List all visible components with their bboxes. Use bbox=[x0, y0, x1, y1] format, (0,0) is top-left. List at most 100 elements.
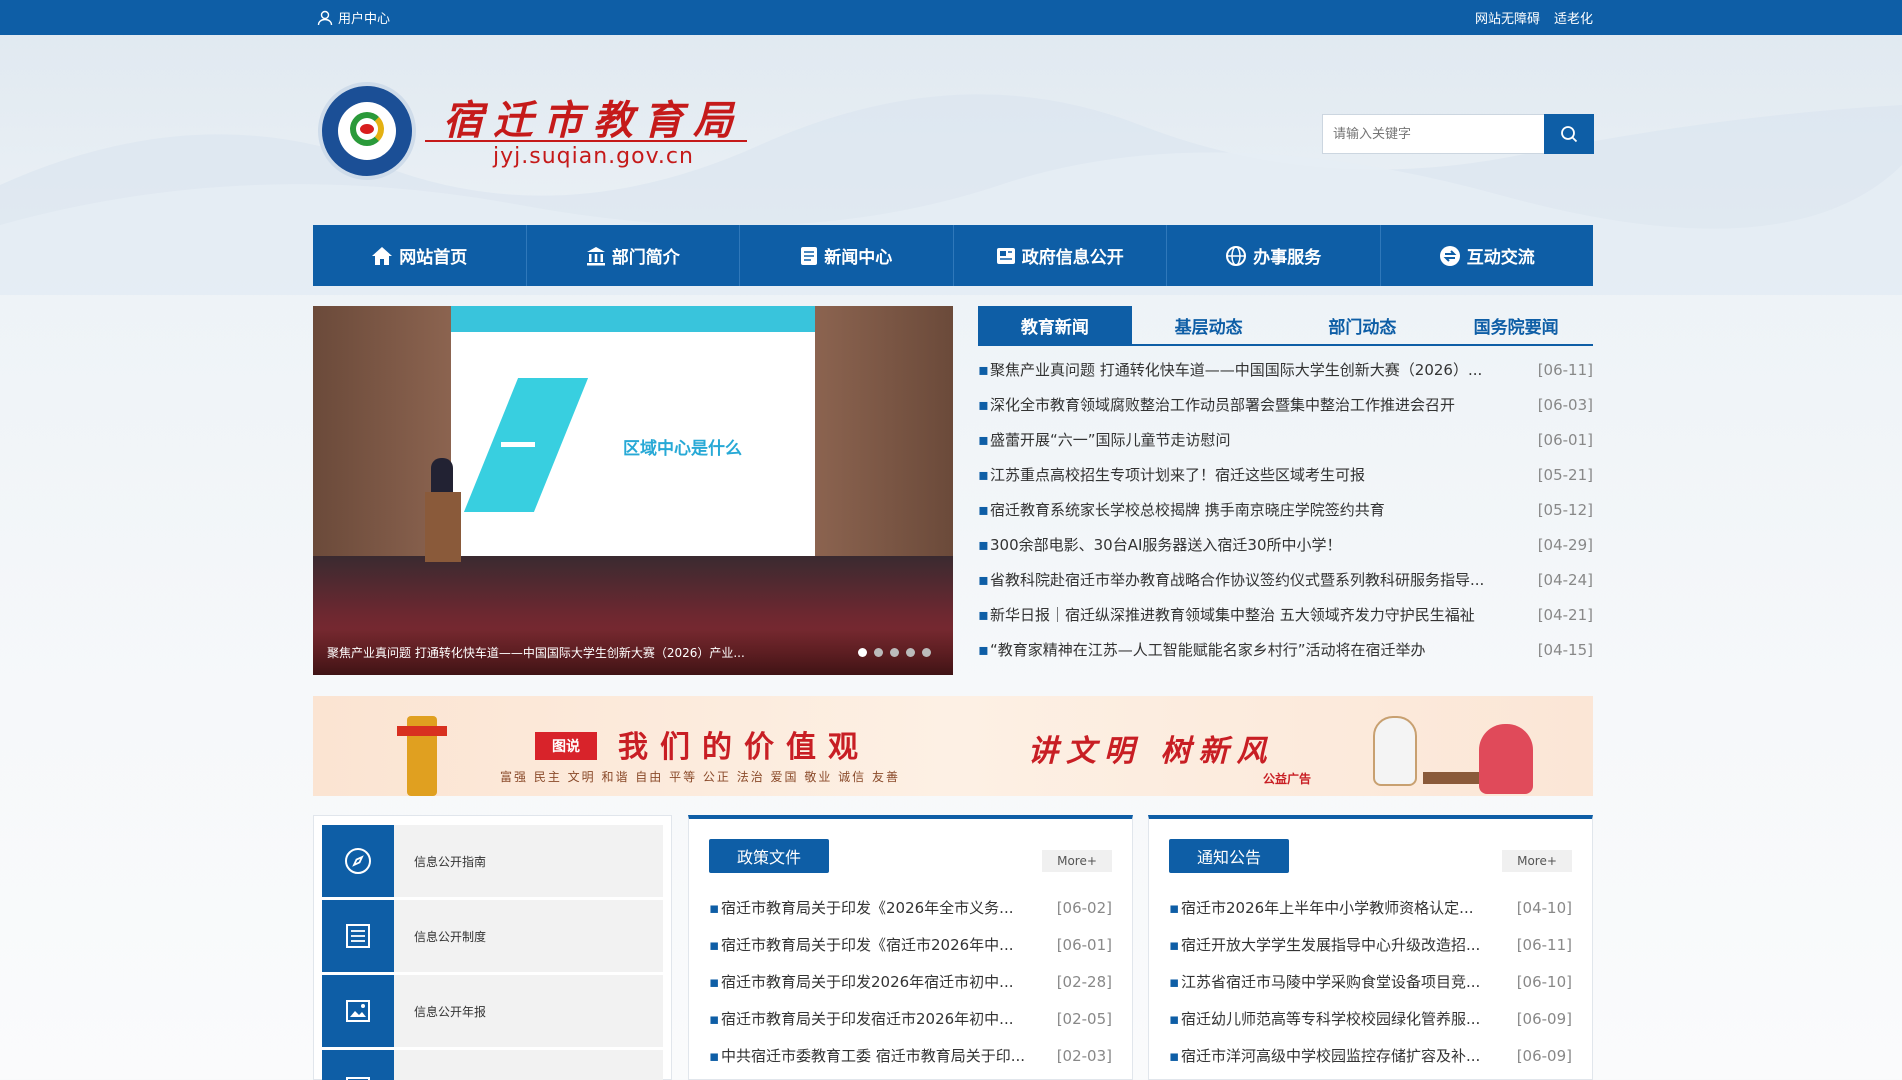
notice-list: ▪ 宿迁市2026年上半年中小学教师资格认定... [04-10] ▪ 宿迁开放大学学… bbox=[1169, 889, 1572, 1074]
list-item[interactable]: ▪ 宿迁市教育局关于印发宿迁市2026年初中... [02-05] bbox=[709, 1000, 1112, 1037]
notice-item-title[interactable]: 江苏省宿迁市马陵中学采购食堂设备项目竞... bbox=[1181, 971, 1514, 992]
news-title[interactable]: “教育家精神在江苏—人工智能赋能名家乡村行”活动将在宿迁举办 bbox=[990, 639, 1531, 660]
info-item-label bbox=[394, 1050, 414, 1080]
news-title[interactable]: 江苏重点高校招生专项计划来了！宿迁这些区域考生可报 bbox=[990, 464, 1531, 485]
list-item[interactable]: ▪ 宿迁市教育局关于印发《2026年全市义务... [06-02] bbox=[709, 889, 1112, 926]
news-date: [04-21] bbox=[1537, 605, 1593, 624]
list-item[interactable]: ▪ 宿迁市洋河高级中学校园监控存储扩容及补... [06-09] bbox=[1169, 1037, 1572, 1074]
policy-item-title[interactable]: 宿迁市教育局关于印发宿迁市2026年初中... bbox=[721, 1008, 1054, 1029]
list-item[interactable]: ▪ 深化全市教育领域腐败整治工作动员部署会暨集中整治工作推进会召开 [06-03] bbox=[978, 387, 1593, 422]
nav-item-news[interactable]: 新闻中心 bbox=[740, 225, 954, 286]
title-divider bbox=[425, 140, 747, 142]
carousel-dots bbox=[851, 648, 931, 657]
info-item-system[interactable]: 信息公开制度 bbox=[322, 900, 663, 972]
values-banner[interactable]: 图说 我们的价值观 富强 民主 文明 和谐 自由 平等 公正 法治 爱国 敬业 … bbox=[313, 696, 1593, 796]
search-button[interactable] bbox=[1544, 114, 1594, 154]
notice-more-button[interactable]: More+ bbox=[1502, 850, 1572, 872]
notice-item-date: [06-09] bbox=[1516, 1009, 1572, 1028]
policy-item-title[interactable]: 宿迁市教育局关于印发《宿迁市2026年中... bbox=[721, 934, 1054, 955]
list-item[interactable]: ▪ 省教科院赴宿迁市举办教育战略合作协议签约仪式暨系列教科研服务指导... [04-… bbox=[978, 562, 1593, 597]
nav-item-gov-info[interactable]: 政府信息公开 bbox=[954, 225, 1167, 286]
notice-item-title[interactable]: 宿迁市洋河高级中学校园监控存储扩容及补... bbox=[1181, 1045, 1514, 1066]
policy-title[interactable]: 政策文件 bbox=[709, 839, 829, 873]
list-item[interactable]: ▪ 宿迁市教育局关于印发《宿迁市2026年中... [06-01] bbox=[709, 926, 1112, 963]
news-title[interactable]: 深化全市教育领域腐败整治工作动员部署会暨集中整治工作推进会召开 bbox=[990, 394, 1531, 415]
list-item[interactable]: ▪ 盛蕾开展“六一”国际儿童节走访慰问 [06-01] bbox=[978, 422, 1593, 457]
news-date: [05-21] bbox=[1537, 465, 1593, 484]
notice-item-title[interactable]: 宿迁幼儿师范高等专科学校校园绿化管养服... bbox=[1181, 1008, 1514, 1029]
emblem-icon bbox=[318, 82, 416, 180]
news-title[interactable]: 省教科院赴宿迁市举办教育战略合作协议签约仪式暨系列教科研服务指导... bbox=[990, 569, 1531, 590]
policy-item-title[interactable]: 中共宿迁市委教育工委 宿迁市教育局关于印... bbox=[721, 1045, 1054, 1066]
user-center-link[interactable]: 用户中心 bbox=[317, 0, 390, 35]
list-item[interactable]: ▪ 江苏重点高校招生专项计划来了！宿迁这些区域考生可报 [05-21] bbox=[978, 457, 1593, 492]
policy-more-button[interactable]: More+ bbox=[1042, 850, 1112, 872]
list-item[interactable]: ▪ 宿迁幼儿师范高等专科学校校园绿化管养服... [06-09] bbox=[1169, 1000, 1572, 1037]
news-carousel[interactable]: 区域中心是什么 聚焦产业真问题 打通转化快车道——中国国际大学生创新大赛（202… bbox=[313, 306, 953, 675]
list-item[interactable]: ▪ 聚焦产业真问题 打通转化快车道——中国国际大学生创新大赛（2026）... [0… bbox=[978, 352, 1593, 387]
news-title[interactable]: 盛蕾开展“六一”国际儿童节走访慰问 bbox=[990, 429, 1531, 450]
building-icon bbox=[586, 246, 605, 265]
news-title[interactable]: 300余部电影、30台AI服务器送入宿迁30所中小学！ bbox=[990, 534, 1531, 555]
slide-caption[interactable]: 聚焦产业真问题 打通转化快车道——中国国际大学生创新大赛（2026）产业... bbox=[327, 644, 745, 661]
policy-item-date: [02-28] bbox=[1056, 972, 1112, 991]
nav-item-label: 办事服务 bbox=[1253, 248, 1322, 268]
info-item-annual-report[interactable]: 信息公开年报 bbox=[322, 975, 663, 1047]
carousel-dot[interactable] bbox=[922, 648, 931, 657]
banner-tag: 图说 bbox=[535, 732, 597, 760]
nav-item-home[interactable]: 网站首页 bbox=[313, 225, 527, 286]
compass-icon bbox=[345, 848, 371, 874]
info-item-guide[interactable]: 信息公开指南 bbox=[322, 825, 663, 897]
tab-education-news[interactable]: 教育新闻 bbox=[978, 306, 1132, 344]
list-item[interactable]: ▪ 300余部电影、30台AI服务器送入宿迁30所中小学！ [04-29] bbox=[978, 527, 1593, 562]
policy-item-date: [06-02] bbox=[1056, 898, 1112, 917]
accessibility-link[interactable]: 网站无障碍 bbox=[1475, 8, 1540, 27]
list-item[interactable]: ▪ 宿迁市2026年上半年中小学教师资格认定... [04-10] bbox=[1169, 889, 1572, 926]
news-date: [06-01] bbox=[1537, 430, 1593, 449]
home-icon bbox=[372, 246, 393, 265]
banner-slogan: 讲文明 树新风 bbox=[1028, 734, 1275, 769]
info-item-more[interactable] bbox=[322, 1050, 663, 1080]
policy-item-title[interactable]: 宿迁市教育局关于印发2026年宿迁市初中... bbox=[721, 971, 1054, 992]
list-item[interactable]: ▪ 江苏省宿迁市马陵中学采购食堂设备项目竞... [06-10] bbox=[1169, 963, 1572, 1000]
list-item[interactable]: ▪ 宿迁开放大学学生发展指导中心升级改造招... [06-11] bbox=[1169, 926, 1572, 963]
slide-image-podium bbox=[425, 492, 461, 562]
news-title[interactable]: 宿迁教育系统家长学校总校揭牌 携手南京晓庄学院签约共育 bbox=[990, 499, 1531, 520]
nav-item-services[interactable]: 办事服务 bbox=[1167, 225, 1381, 286]
search-input[interactable] bbox=[1322, 114, 1544, 154]
news-date: [06-03] bbox=[1537, 395, 1593, 414]
nav-item-label: 新闻中心 bbox=[824, 248, 893, 268]
news-date: [06-11] bbox=[1537, 360, 1593, 379]
notice-item-date: [06-09] bbox=[1516, 1046, 1572, 1065]
tab-grassroots[interactable]: 基层动态 bbox=[1132, 306, 1286, 344]
list-item[interactable]: ▪ 宿迁市教育局关于印发2026年宿迁市初中... [02-28] bbox=[709, 963, 1112, 1000]
exchange-icon bbox=[1439, 245, 1460, 266]
notice-title[interactable]: 通知公告 bbox=[1169, 839, 1289, 873]
list-item[interactable]: ▪ 新华日报｜宿迁纵深推进教育领域集中整治 五大领域齐发力守护民生福祉 [04-21… bbox=[978, 597, 1593, 632]
tab-department[interactable]: 部门动态 bbox=[1286, 306, 1440, 344]
folder-icon bbox=[346, 1077, 370, 1080]
elderly-mode-link[interactable]: 适老化 bbox=[1554, 8, 1593, 27]
news-tabs: 教育新闻 基层动态 部门动态 国务院要闻 bbox=[978, 306, 1593, 346]
site-logo[interactable]: 宿迁市教育局 jyj.suqian.gov.cn bbox=[318, 82, 748, 182]
banner-headline: 我们的价值观 bbox=[618, 730, 870, 765]
carousel-dot[interactable] bbox=[890, 648, 899, 657]
list-item[interactable]: ▪ 中共宿迁市委教育工委 宿迁市教育局关于印... [02-03] bbox=[709, 1037, 1112, 1074]
carousel-dot[interactable] bbox=[858, 648, 867, 657]
nav-item-label: 政府信息公开 bbox=[1021, 248, 1124, 268]
list-item[interactable]: ▪ 宿迁教育系统家长学校总校揭牌 携手南京晓庄学院签约共育 [05-12] bbox=[978, 492, 1593, 527]
slide-screen-text: 区域中心是什么 bbox=[623, 439, 742, 459]
policy-item-title[interactable]: 宿迁市教育局关于印发《2026年全市义务... bbox=[721, 897, 1054, 918]
notice-item-title[interactable]: 宿迁开放大学学生发展指导中心升级改造招... bbox=[1181, 934, 1514, 955]
top-bar: 用户中心 网站无障碍 适老化 bbox=[0, 0, 1902, 35]
notice-item-title[interactable]: 宿迁市2026年上半年中小学教师资格认定... bbox=[1181, 897, 1514, 918]
carousel-dot[interactable] bbox=[906, 648, 915, 657]
carousel-dot[interactable] bbox=[874, 648, 883, 657]
news-title[interactable]: 新华日报｜宿迁纵深推进教育领域集中整治 五大领域齐发力守护民生福祉 bbox=[990, 604, 1531, 625]
list-item[interactable]: ▪ “教育家精神在江苏—人工智能赋能名家乡村行”活动将在宿迁举办 [04-15] bbox=[978, 632, 1593, 667]
tab-state-council[interactable]: 国务院要闻 bbox=[1439, 306, 1593, 344]
news-title[interactable]: 聚焦产业真问题 打通转化快车道——中国国际大学生创新大赛（2026）... bbox=[990, 359, 1531, 380]
nav-item-label: 网站首页 bbox=[399, 248, 468, 268]
nav-item-department[interactable]: 部门简介 bbox=[527, 225, 740, 286]
nav-item-interaction[interactable]: 互动交流 bbox=[1381, 225, 1594, 286]
